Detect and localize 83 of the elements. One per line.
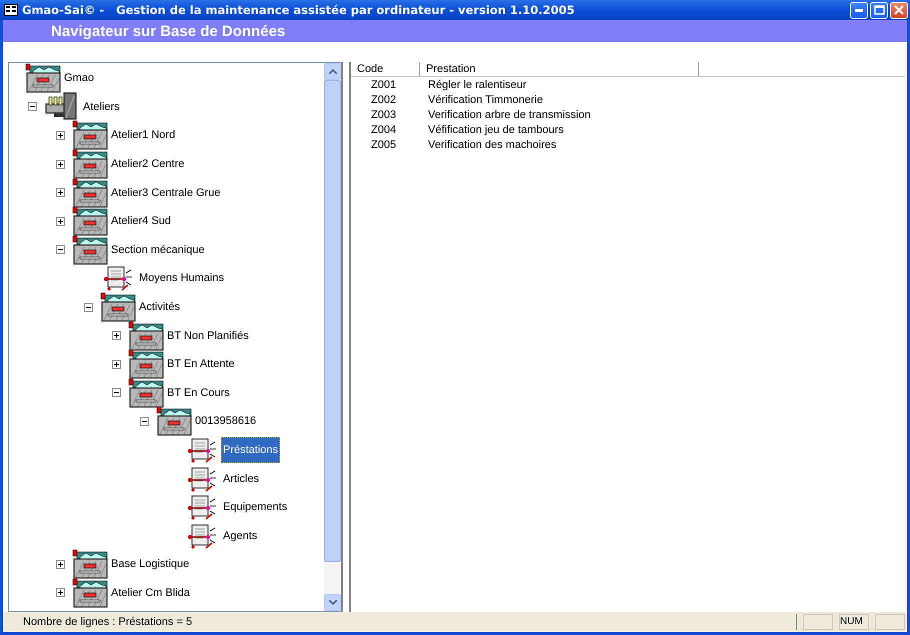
minimize-button[interactable] [850,2,868,18]
tree-item[interactable]: BT Non Planifiés [165,326,251,345]
maximize-button[interactable] [870,2,888,18]
plus-icon [114,362,119,367]
expand-toggle[interactable] [28,102,37,112]
tree-item[interactable]: Moyens Humains [137,269,226,288]
expand-toggle[interactable] [140,416,149,426]
status-panel [803,614,833,630]
tree-item[interactable]: Section mécanique [109,240,207,259]
num-lock-indicator: NUM [839,614,869,630]
status-text: Nombre de lignes : Préstations = 5 [22,616,194,628]
tree-item[interactable]: Atelier4 Sud [109,212,173,230]
file-cabinet-icon [100,292,136,322]
expand-toggle[interactable] [112,388,121,398]
expand-toggle[interactable] [112,331,121,340]
expand-toggle[interactable] [56,160,65,169]
file-cabinet-icon [72,120,108,150]
table-cell-text: Z003 [370,108,398,120]
window-title: Gmao-Sai© - Gestion de la maintenance assistée par ordinateur - version 1.10.2005 [22,3,576,17]
expand-toggle[interactable] [56,130,65,140]
file-cabinet-icon [72,178,108,208]
tree-item[interactable]: Atelier Cm Blida [109,584,192,602]
tree-item[interactable]: Ateliers [81,98,122,116]
minus-icon [58,247,63,252]
expand-toggle[interactable] [56,188,65,198]
close-button[interactable] [890,2,908,18]
tree-item[interactable]: 0013958616 [193,412,258,430]
plus-icon [58,590,63,596]
expand-toggle[interactable] [56,560,65,569]
tree-item[interactable]: Agents [221,526,260,545]
tree-item[interactable]: Articles [221,470,262,488]
plus-icon [58,162,63,167]
minus-icon [142,418,147,424]
minus-icon [30,104,35,110]
file-cabinet-icon [128,320,164,351]
file-cabinet-icon [72,549,108,580]
minus-icon [86,304,91,310]
file-cabinet-icon [72,149,108,180]
plus-icon [58,562,63,567]
tree-item[interactable]: Activités [137,298,182,316]
file-cabinet-icon [72,206,108,236]
scroll-down-button[interactable] [324,594,341,611]
expand-toggle[interactable] [56,245,65,254]
file-cabinet-icon [128,349,164,380]
expand-toggle[interactable] [56,216,65,226]
tree-item[interactable]: Atelier2 Centre [109,155,186,174]
expand-toggle[interactable] [112,360,121,369]
file-cabinet-icon [72,234,108,265]
maximize-icon [874,5,884,15]
plus-icon [58,218,63,224]
table-cell-text: Régler le ralentiseur [427,78,526,90]
file-cabinet-icon [72,578,108,608]
tree-item[interactable]: BT En Attente [165,355,237,374]
tree-item[interactable]: Atelier1 Nord [109,126,178,144]
minus-icon [114,390,119,396]
close-icon [894,5,904,15]
tree-item[interactable]: Préstations [221,437,280,464]
expand-toggle[interactable] [56,588,65,598]
tree-item[interactable]: Equipements [221,498,290,516]
table-cell-text: Vérification Timmonerie [427,94,543,106]
plus-icon [58,132,63,138]
tree-item[interactable]: BT En Cours [165,384,232,402]
table-cell-text: Z004 [370,124,398,136]
file-cabinet-icon [128,378,164,408]
minimize-icon [855,8,863,12]
tree-item[interactable]: Gmao [62,69,96,88]
status-panel [875,614,905,630]
table-cell-text: Verification arbre de transmission [427,108,591,120]
file-cabinet-icon [25,63,61,94]
plus-icon [58,190,63,196]
table-cell-text: Véfification jeu de tambours [427,124,564,136]
expand-toggle[interactable] [84,302,93,312]
table-cell-text: Verification des machoires [427,138,556,150]
header-title: Navigateur sur Base de Données [51,22,286,40]
table-cell-text: Z002 [370,94,398,106]
plus-icon [114,333,119,338]
file-cabinet-icon [156,406,192,436]
table-cell-text: Z001 [370,78,398,90]
tree-item[interactable]: Atelier3 Centrale Grue [109,184,222,202]
window-icon [4,4,18,16]
tree-item[interactable]: Base Logistique [109,555,192,574]
scroll-up-button[interactable] [324,63,341,80]
table-cell-text: Z005 [370,138,398,150]
